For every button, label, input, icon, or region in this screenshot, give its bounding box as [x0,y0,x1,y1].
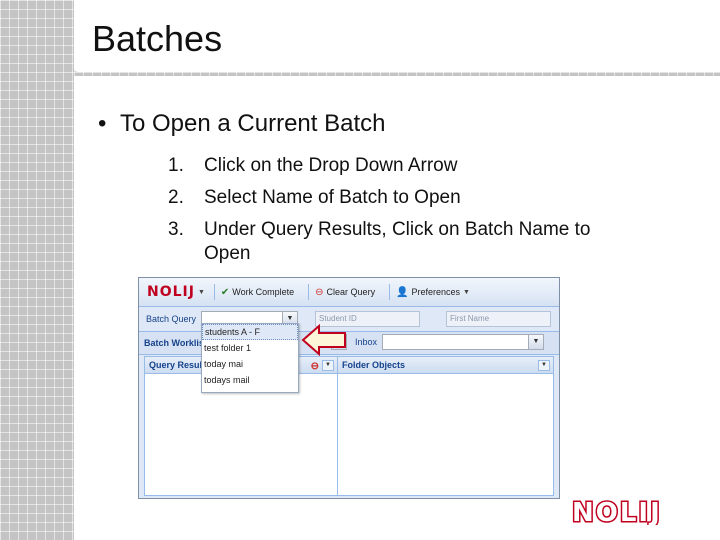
clear-icon: ⊖ [315,286,324,298]
step-number: 1. [168,155,184,176]
decorative-grid-left [0,0,74,540]
step-number: 2. [168,187,184,208]
bullet-dot-icon: • [98,110,107,137]
nolij-logo: NOLIJ NOLIJ [571,497,662,525]
batch-query-dropdown-list: students A - F test folder 1 today mai t… [201,323,299,393]
dropdown-option[interactable]: students A - F [202,324,298,340]
dropdown-option[interactable]: todays mail [202,372,298,388]
app-toolbar: NOLIJ ▼ ✔ Work Complete ⊖ Clear Query 👤 … [139,278,559,307]
first-name-field[interactable]: First Name [446,311,551,327]
clear-results-icon[interactable]: ⊖ [311,359,319,375]
folder-objects-panel: Folder Objects ▼ [337,356,554,496]
step-item: 2. Select Name of Batch to Open [168,182,664,214]
inbox-dropdown-arrow-icon[interactable]: ▼ [528,335,543,349]
footer-logo-text-fill: NOLIJ [572,498,662,525]
bullet-item: • To Open a Current Batch [98,110,385,138]
work-complete-label: Work Complete [232,287,295,297]
folder-objects-collapse-icon[interactable]: ▼ [538,360,550,371]
query-results-collapse-icon[interactable]: ▼ [322,360,334,371]
inbox-combo[interactable]: ▼ [382,334,544,350]
user-icon: 👤 [396,286,409,298]
steps-list: 1. Click on the Drop Down Arrow 2. Selec… [168,150,664,270]
checkmark-icon: ✔ [220,286,230,298]
dropdown-option[interactable]: today mai [202,356,298,372]
inbox-label: Inbox [355,337,378,347]
preferences-button[interactable]: 👤 Preferences ▼ [396,287,473,298]
step-text: Click on the Drop Down Arrow [204,155,458,176]
step-text: Select Name of Batch to Open [204,187,461,208]
slide-title: Batches [92,18,223,59]
batch-worklist-label: Batch Worklist [144,338,207,348]
step-number: 3. [168,219,184,240]
toolbar-divider [389,284,391,300]
clear-query-label: Clear Query [326,287,376,297]
folder-objects-title: Folder Objects [342,360,406,370]
dropdown-option[interactable]: test folder 1 [202,340,298,356]
preferences-label: Preferences [411,287,461,297]
app-brand-logo: NOLIJ [147,284,195,300]
bullet-text: To Open a Current Batch [120,110,386,137]
toolbar-divider [308,284,310,300]
folder-objects-header: Folder Objects ▼ [338,357,553,374]
brand-menu-chevron-down-icon[interactable]: ▼ [198,289,205,296]
pointer-arrow-icon [301,324,346,356]
batch-query-label: Batch Query [146,314,197,324]
step-continuation: Open [204,238,664,270]
toolbar-divider [213,284,215,300]
clear-query-button[interactable]: ⊖ Clear Query [315,287,375,298]
app-screenshot: NOLIJ ▼ ✔ Work Complete ⊖ Clear Query 👤 … [138,277,560,499]
step-item: 1. Click on the Drop Down Arrow [168,150,664,182]
step-text-continuation: Open [204,243,251,264]
preferences-chevron-down-icon: ▼ [463,288,470,296]
work-complete-button[interactable]: ✔ Work Complete [221,287,294,298]
